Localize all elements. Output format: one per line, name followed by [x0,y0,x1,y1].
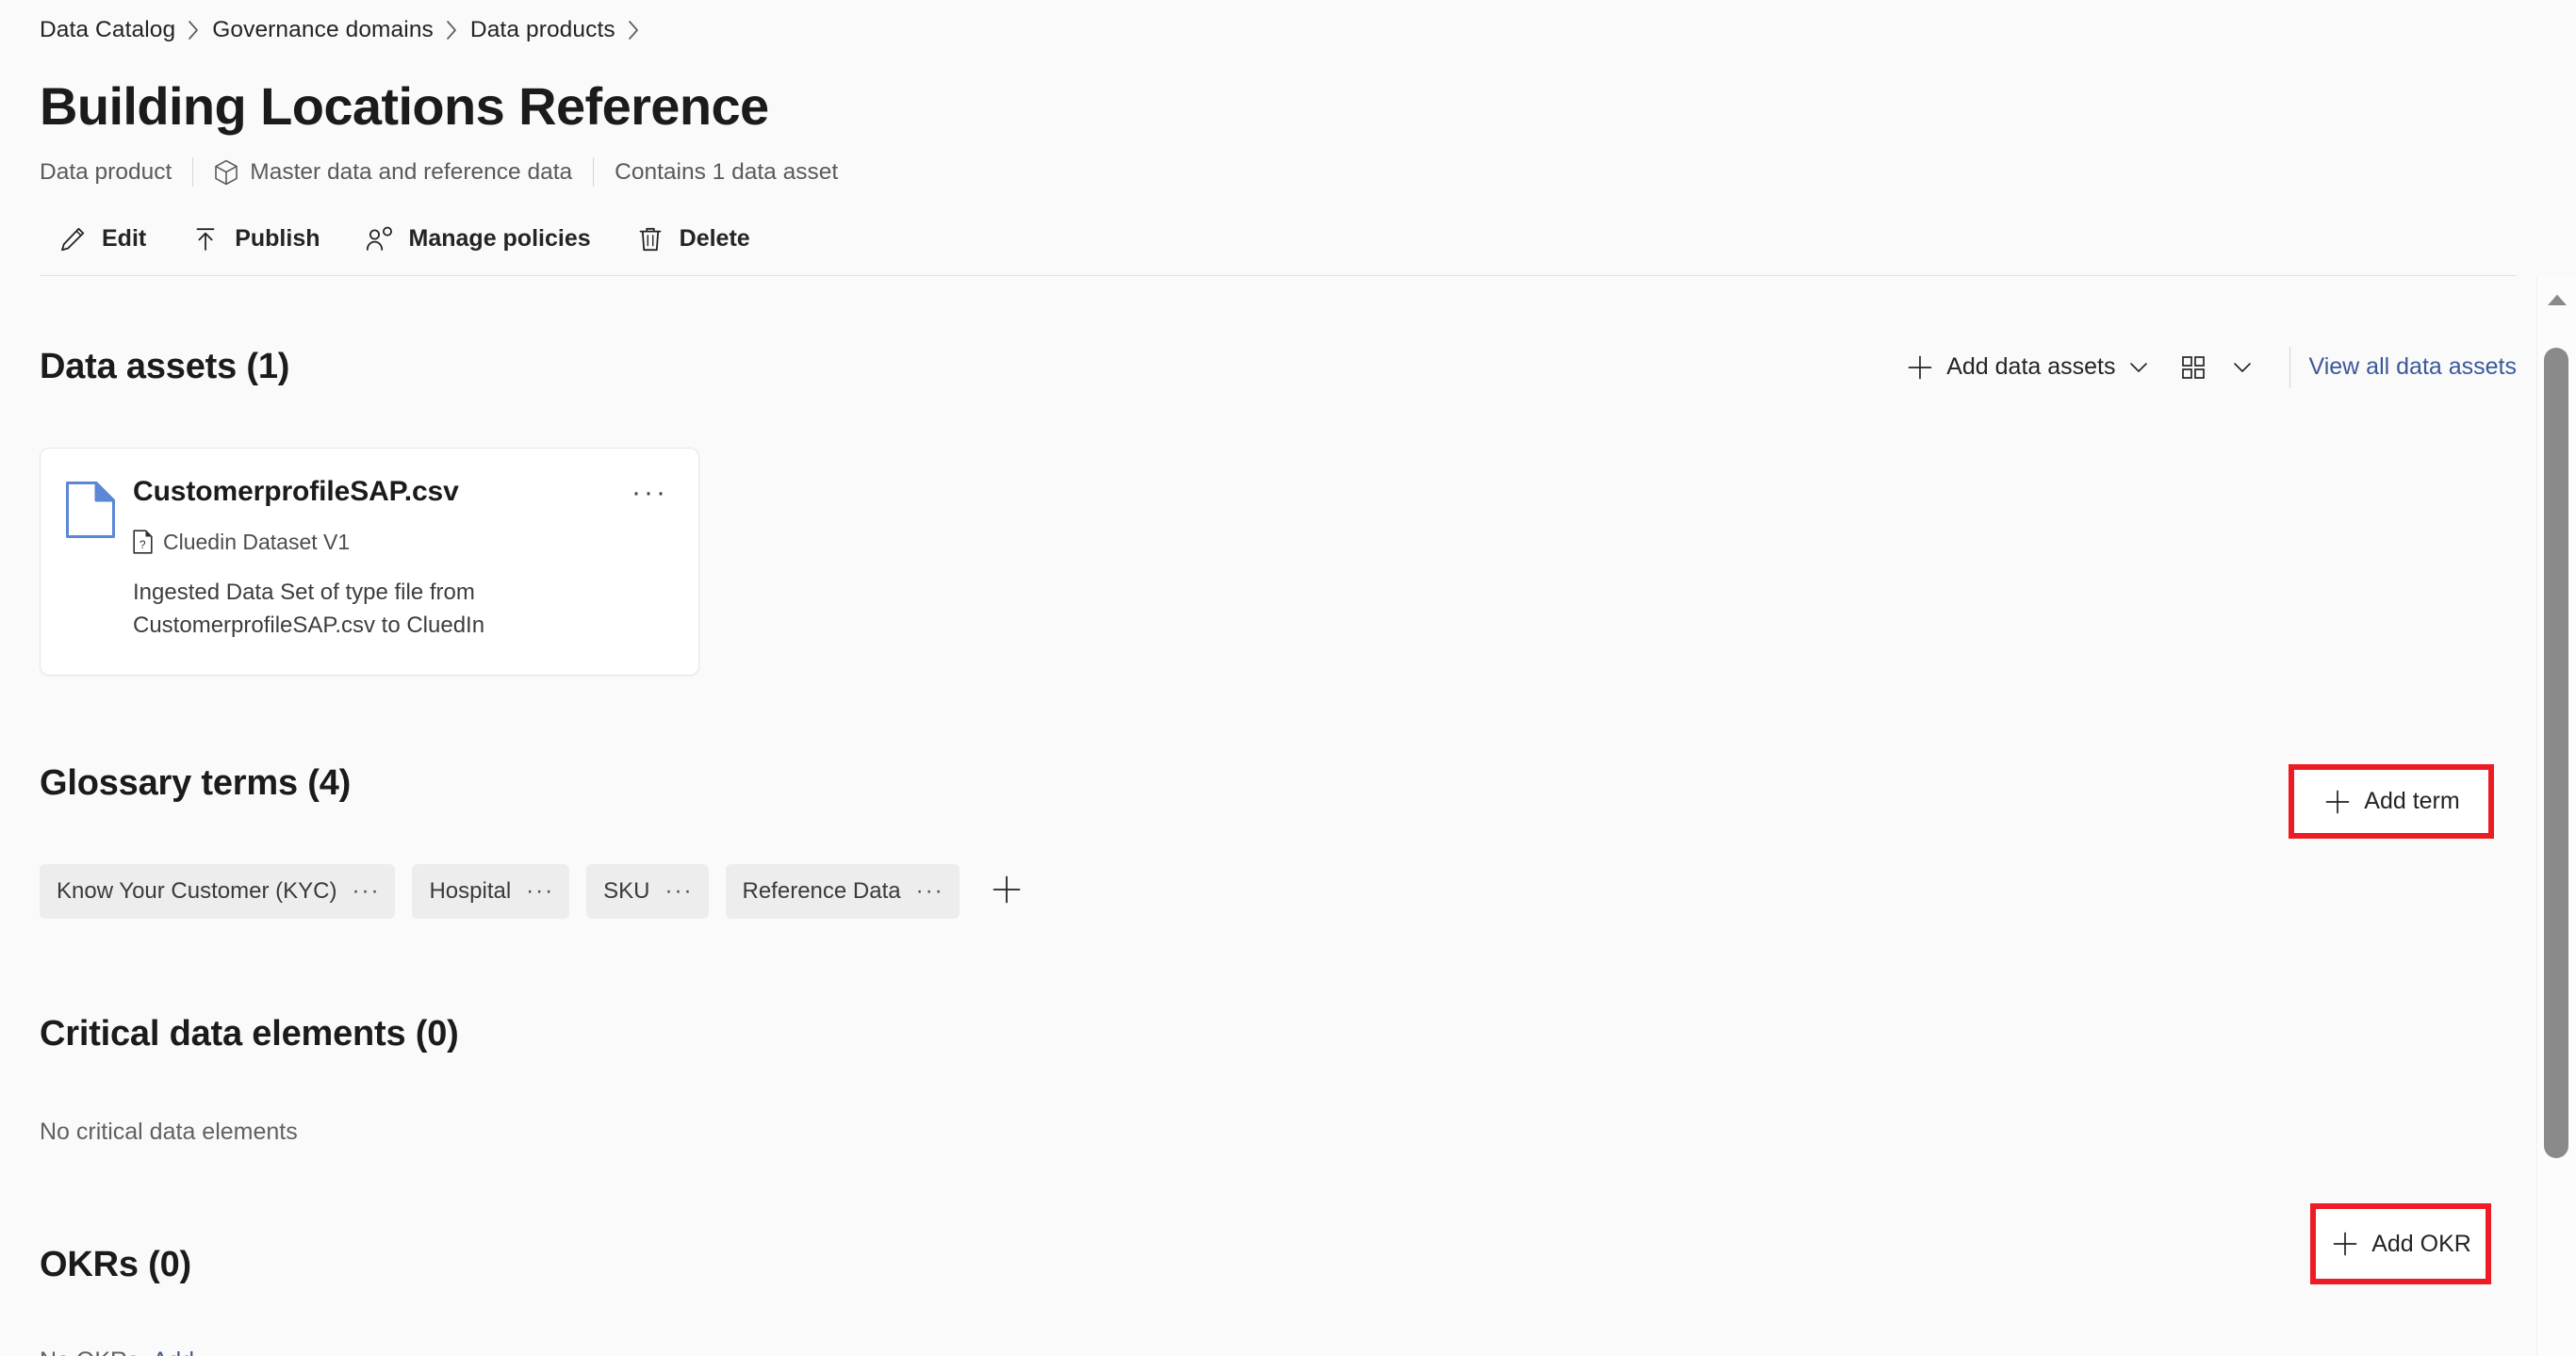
scroll-up-arrow-icon[interactable] [2537,280,2576,319]
glossary-term-label: Know Your Customer (KYC) [57,878,336,905]
critical-data-elements-title: Critical data elements (0) [40,1014,459,1054]
scroll-region: Data assets (1) Add data assets [0,276,2576,1356]
glossary-term-overflow-menu-button[interactable]: ··· [665,880,694,903]
view-all-data-assets-link[interactable]: View all data assets [2309,353,2518,381]
trash-icon [634,223,666,255]
grid-view-icon [2178,352,2208,383]
data-asset-card-body: CustomerprofileSAP.csv ··· ? [133,475,674,643]
chevron-right-icon [628,20,640,41]
glossary-term-label: Hospital [429,878,511,905]
section-data-assets: Data assets (1) Add data assets [40,276,2576,676]
data-asset-type-label: Cluedin Dataset V1 [163,530,350,555]
add-term-button[interactable]: Add term [2307,776,2474,828]
critical-data-elements-header: Critical data elements (0) [40,985,2576,1085]
entity-type-label: Data product [40,159,172,186]
governance-domain-label: Master data and reference data [250,159,572,186]
publish-button-label: Publish [235,225,320,253]
chevron-down-icon [2129,361,2148,374]
breadcrumb-item-governance-domains[interactable]: Governance domains [212,17,434,43]
edit-button-label: Edit [102,225,146,253]
scrollbar-thumb[interactable] [2544,348,2568,1158]
glossary-terms-header: Glossary terms (4) [40,734,2576,834]
command-bar: Edit Publish [40,204,2576,275]
page-subtitle-bar: Data product Master data and reference d… [40,156,2576,188]
manage-policies-button-label: Manage policies [409,225,591,253]
data-asset-type-row: ? Cluedin Dataset V1 [133,530,674,555]
page-header: Data Catalog Governance domains Data pro… [0,0,2576,275]
pencil-icon [57,223,89,255]
breadcrumb-item-data-products[interactable]: Data products [470,17,615,43]
section-critical-data-elements: Critical data elements (0) No critical d… [40,919,2576,1146]
glossary-term-chip[interactable]: SKU ··· [586,864,708,919]
section-okrs: OKRs (0) No OKRs Add [40,1146,2576,1356]
data-assets-actions: Add data assets [1890,341,2517,394]
plus-icon [991,874,1023,908]
asset-count-label: Contains 1 data asset [615,159,838,186]
okrs-empty-state: No OKRs Add [40,1348,2576,1356]
view-style-toggle-button[interactable] [2163,341,2267,394]
glossary-term-chip[interactable]: Reference Data ··· [726,864,960,919]
glossary-term-overflow-menu-button[interactable]: ··· [916,880,944,903]
add-okr-button-label: Add OKR [2371,1231,2471,1258]
plus-icon [2322,787,2353,817]
plus-icon [1905,352,1935,383]
data-asset-card[interactable]: CustomerprofileSAP.csv ··· ? [40,448,699,676]
add-glossary-term-inline-button[interactable] [982,867,1031,916]
data-asset-title: CustomerprofileSAP.csv [133,475,459,509]
data-assets-title: Data assets (1) [40,347,289,387]
okrs-title: OKRs (0) [40,1245,191,1285]
vertical-scrollbar[interactable] [2536,276,2576,1356]
divider [192,157,193,187]
publish-up-arrow-icon [189,223,222,255]
glossary-term-chip-row: Know Your Customer (KYC) ··· Hospital ··… [40,864,2576,919]
manage-policies-button[interactable]: Manage policies [349,213,606,266]
governance-domain: Master data and reference data [214,159,572,186]
glossary-term-label: Reference Data [743,878,901,905]
okrs-header: OKRs (0) [40,1216,2576,1315]
delete-button-label: Delete [680,225,750,253]
glossary-term-label: SKU [603,878,649,905]
data-asset-card-top-row: CustomerprofileSAP.csv ··· [133,475,674,516]
edit-button[interactable]: Edit [41,213,161,266]
data-assets-card-grid: CustomerprofileSAP.csv ··· ? [40,448,2576,676]
cube-icon [214,159,238,186]
glossary-term-overflow-menu-button[interactable]: ··· [352,880,380,903]
breadcrumb: Data Catalog Governance domains Data pro… [40,0,2576,60]
glossary-term-overflow-menu-button[interactable]: ··· [526,880,554,903]
data-product-page: Data Catalog Governance domains Data pro… [0,0,2576,1356]
publish-button[interactable]: Publish [174,213,335,266]
glossary-term-chip[interactable]: Hospital ··· [412,864,569,919]
add-term-highlight: Add term [2289,764,2494,839]
divider [593,157,594,187]
chevron-right-icon [446,20,458,41]
critical-data-elements-empty-text: No critical data elements [40,1119,298,1146]
critical-data-elements-empty-state: No critical data elements [40,1119,2576,1146]
add-okr-button[interactable]: Add OKR [2315,1217,2486,1270]
okrs-empty-text: No OKRs [40,1348,139,1356]
data-asset-overflow-menu-button[interactable]: ··· [626,475,674,516]
delete-button[interactable]: Delete [619,213,765,266]
chevron-right-icon [188,20,200,41]
file-document-icon [65,475,123,643]
svg-text:?: ? [139,538,146,551]
unknown-document-icon: ? [133,530,153,554]
add-data-assets-button[interactable]: Add data assets [1890,341,2162,394]
glossary-term-chip[interactable]: Know Your Customer (KYC) ··· [40,864,395,919]
chevron-down-icon [2233,361,2252,374]
page-title: Building Locations Reference [40,77,2576,136]
breadcrumb-item-data-catalog[interactable]: Data Catalog [40,17,175,43]
person-policy-icon [364,223,396,255]
glossary-terms-title: Glossary terms (4) [40,763,351,804]
data-assets-header: Data assets (1) Add data assets [40,318,2576,417]
plus-icon [2330,1229,2360,1259]
add-term-button-label: Add term [2364,788,2459,815]
add-data-assets-label: Add data assets [1946,353,2115,381]
add-okr-highlight: Add OKR [2310,1203,2491,1284]
page-content: Data assets (1) Add data assets [0,276,2576,1356]
section-glossary-terms: Glossary terms (4) Know Your Customer (K… [40,676,2576,919]
divider [2289,347,2290,388]
add-okr-inline-link[interactable]: Add [153,1348,194,1356]
data-asset-description: Ingested Data Set of type file from Cust… [133,576,538,643]
